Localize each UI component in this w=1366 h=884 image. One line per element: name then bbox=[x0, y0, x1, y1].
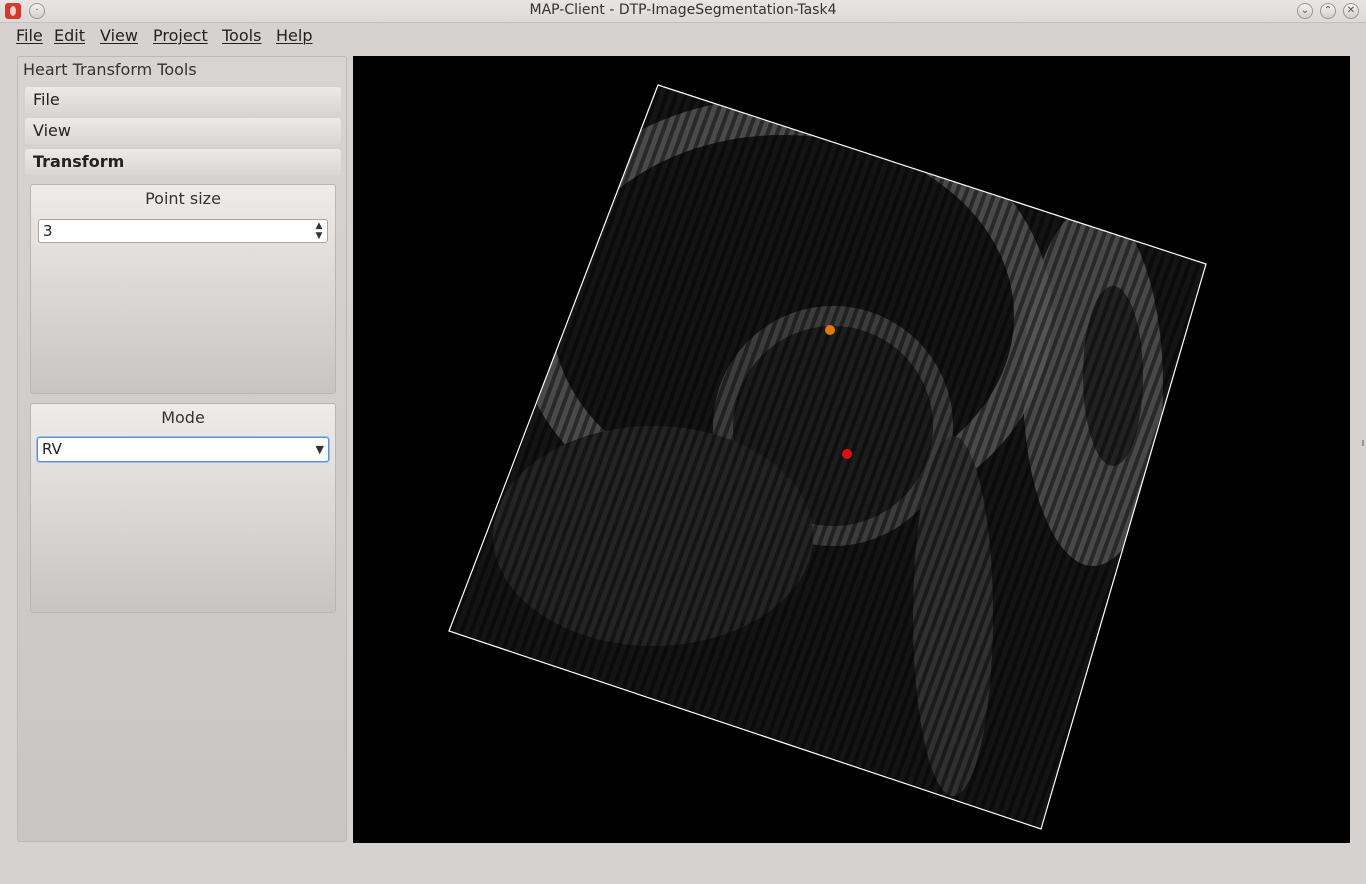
mri-slice-icon bbox=[448, 84, 1207, 830]
spin-arrows-icon[interactable]: ▲ ▼ bbox=[313, 221, 325, 241]
point-size-spinbox[interactable]: 3 ▲ ▼ bbox=[38, 219, 328, 243]
mode-selected-value: RV bbox=[42, 440, 62, 458]
menu-help[interactable]: Help bbox=[276, 26, 312, 45]
panel-title: Heart Transform Tools bbox=[23, 60, 197, 79]
image-viewer[interactable] bbox=[353, 56, 1350, 843]
maximize-icon[interactable]: ⌃ bbox=[1320, 3, 1336, 19]
point-size-label: Point size bbox=[145, 189, 221, 208]
red-marker[interactable] bbox=[842, 449, 852, 459]
splitter-handle[interactable] bbox=[1362, 440, 1364, 446]
orange-marker[interactable] bbox=[825, 325, 835, 335]
section-file[interactable]: File bbox=[25, 87, 341, 113]
window-titlebar: · MAP-Client - DTP-ImageSegmentation-Tas… bbox=[0, 0, 1366, 23]
mode-label: Mode bbox=[161, 408, 205, 427]
minimize-icon[interactable]: ⌄ bbox=[1297, 3, 1313, 19]
menu-project[interactable]: Project bbox=[153, 26, 208, 45]
point-size-group: Point size 3 ▲ ▼ bbox=[30, 184, 336, 394]
menu-view[interactable]: View bbox=[100, 26, 138, 45]
chevron-down-icon: ▼ bbox=[315, 443, 324, 456]
close-icon[interactable]: ✕ bbox=[1343, 3, 1359, 19]
mode-group: Mode RV ▼ bbox=[30, 403, 336, 613]
section-transform[interactable]: Transform bbox=[25, 149, 341, 175]
menu-edit[interactable]: Edit bbox=[54, 26, 85, 45]
heart-transform-tools-panel: Heart Transform Tools File View Transfor… bbox=[17, 56, 347, 842]
menubar: File Edit View Project Tools Help bbox=[0, 23, 1366, 50]
mode-select[interactable]: RV ▼ bbox=[37, 437, 329, 462]
section-view[interactable]: View bbox=[25, 118, 341, 144]
menu-file[interactable]: File bbox=[16, 26, 43, 45]
point-size-value: 3 bbox=[43, 222, 53, 240]
menu-tools[interactable]: Tools bbox=[222, 26, 261, 45]
window-title: MAP-Client - DTP-ImageSegmentation-Task4 bbox=[529, 2, 837, 18]
